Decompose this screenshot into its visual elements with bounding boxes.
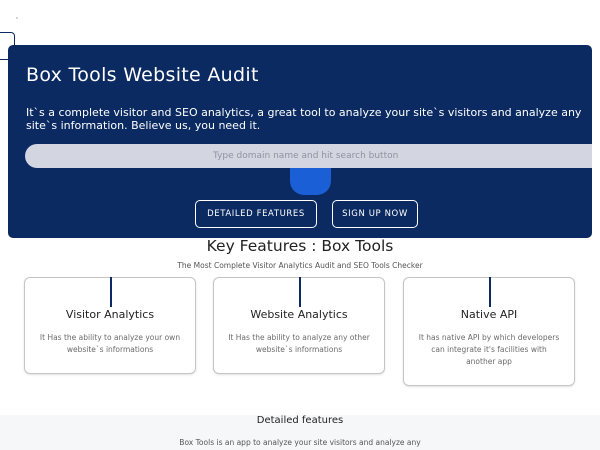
detailed-features-text: Box Tools is an app to analyze your site…	[179, 438, 421, 447]
card-description: It has native API by which developers ca…	[418, 333, 560, 366]
feature-card-native-api: Native API It has native API by which de…	[403, 277, 575, 386]
feature-card-visitor-analytics: Visitor Analytics It Has the ability to …	[24, 277, 196, 374]
card-title: Website Analytics	[250, 308, 348, 321]
domain-search-input[interactable]	[25, 144, 592, 168]
page: Box Tools Website Audit It`s a complete …	[0, 0, 600, 450]
detailed-features-button[interactable]: DETAILED FEATURES	[195, 200, 317, 228]
hero-banner: Box Tools Website Audit It`s a complete …	[8, 45, 592, 238]
decorative-dot	[16, 17, 18, 19]
hero-description: It`s a complete visitor and SEO analytic…	[26, 106, 582, 132]
sign-up-button[interactable]: SIGN UP NOW	[332, 200, 418, 228]
card-title: Visitor Analytics	[65, 308, 155, 321]
key-features-subtitle: The Most Complete Visitor Analytics Audi…	[177, 261, 423, 270]
card-description: It Has the ability to analyze any other …	[228, 333, 370, 354]
detailed-features-section: Detailed features Box Tools is an app to…	[0, 415, 600, 450]
card-accent-line	[489, 277, 491, 307]
card-description: It Has the ability to analyze your own w…	[39, 333, 181, 354]
detailed-features-title: Detailed features	[256, 415, 344, 426]
hero-title: Box Tools Website Audit	[26, 64, 259, 86]
search-button[interactable]	[290, 168, 331, 195]
card-accent-line	[299, 277, 301, 307]
feature-card-website-analytics: Website Analytics It Has the ability to …	[213, 277, 385, 374]
card-title: Native API	[460, 308, 518, 321]
card-accent-line	[110, 277, 112, 307]
key-features-title: Key Features : Box Tools	[206, 237, 394, 255]
